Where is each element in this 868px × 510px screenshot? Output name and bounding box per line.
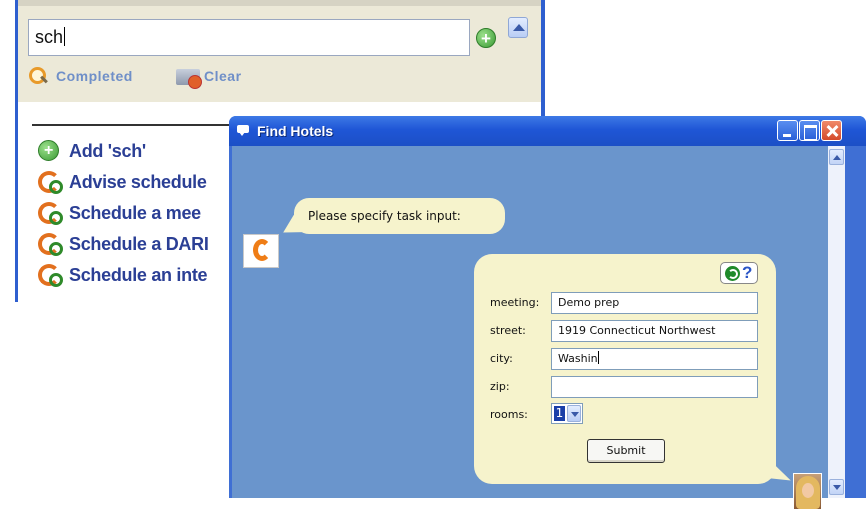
scroll-down-button[interactable]: [829, 479, 844, 495]
maximize-button[interactable]: [799, 120, 820, 141]
prompt-bubble: Please specify task input:: [294, 198, 505, 234]
user-avatar: [793, 473, 822, 510]
zip-label: zip:: [490, 380, 510, 393]
rooms-value: 1: [554, 406, 565, 421]
task-icon: [38, 202, 64, 226]
search-panel: sch + Completed Clear: [18, 0, 541, 102]
task-search-input[interactable]: sch: [28, 19, 470, 56]
form-bubble: ? meeting: Demo prep street: 1919 Connec…: [474, 254, 776, 484]
prompt-text: Please specify task input:: [308, 209, 461, 223]
task-item-add[interactable]: + Add 'sch': [38, 138, 209, 169]
task-item[interactable]: Advise schedule: [38, 169, 209, 200]
dialog-titlebar[interactable]: Find Hotels: [229, 116, 866, 146]
city-field[interactable]: Washin: [551, 348, 758, 370]
bubble-toolbar: ?: [720, 262, 758, 284]
meeting-field[interactable]: Demo prep: [551, 292, 758, 314]
task-label: Advise schedule: [69, 172, 207, 192]
completed-filter-link[interactable]: Completed: [56, 68, 133, 84]
task-label: Schedule a mee: [69, 203, 201, 223]
task-icon: [38, 264, 64, 288]
find-hotels-dialog: Find Hotels Please specify task input: ?…: [229, 116, 866, 510]
task-list: + Add 'sch' Advise schedule Schedule a m…: [38, 138, 209, 293]
task-item[interactable]: Schedule an inte: [38, 262, 209, 293]
street-label: street:: [490, 324, 526, 337]
search-text: sch: [35, 27, 64, 47]
speech-bubble-icon: [237, 125, 249, 136]
city-label: city:: [490, 352, 513, 365]
meeting-value: Demo prep: [558, 296, 620, 309]
task-label: Add 'sch': [69, 141, 146, 161]
text-caret: [64, 27, 66, 46]
task-label: Schedule an inte: [69, 265, 208, 285]
task-label: Schedule a DARI: [69, 234, 209, 254]
add-icon: +: [38, 140, 59, 161]
window-top-strip: [18, 0, 541, 6]
dialog-title: Find Hotels: [257, 123, 334, 139]
task-icon: [38, 171, 64, 195]
minimize-button[interactable]: [777, 120, 798, 141]
scroll-up-button[interactable]: [508, 17, 528, 38]
task-item[interactable]: Schedule a mee: [38, 200, 209, 231]
clear-filter-link[interactable]: Clear: [204, 68, 242, 84]
undo-icon[interactable]: [725, 266, 740, 281]
street-field[interactable]: 1919 Connecticut Northwest: [551, 320, 758, 342]
assistant-logo-icon: [243, 234, 279, 268]
city-value: Washin: [558, 352, 598, 365]
scroll-up-button[interactable]: [829, 149, 844, 165]
meeting-label: meeting:: [490, 296, 540, 309]
task-item[interactable]: Schedule a DARI: [38, 231, 209, 262]
add-task-button[interactable]: +: [476, 28, 496, 48]
dialog-body: Please specify task input: ? meeting: De…: [232, 146, 828, 510]
magnifier-icon[interactable]: [28, 66, 48, 86]
zip-field[interactable]: [551, 376, 758, 398]
close-button[interactable]: [821, 120, 842, 141]
clear-icon[interactable]: [176, 69, 202, 89]
street-value: 1919 Connecticut Northwest: [558, 324, 716, 337]
chevron-down-icon[interactable]: [567, 405, 581, 422]
rooms-label: rooms:: [490, 408, 528, 421]
rooms-select[interactable]: 1: [551, 403, 583, 424]
dialog-scrollbar[interactable]: [828, 146, 845, 498]
text-caret: [597, 351, 599, 364]
help-icon[interactable]: ?: [742, 263, 752, 283]
task-icon: [38, 233, 64, 257]
submit-button[interactable]: Submit: [587, 439, 665, 463]
window-frame: [845, 146, 866, 498]
